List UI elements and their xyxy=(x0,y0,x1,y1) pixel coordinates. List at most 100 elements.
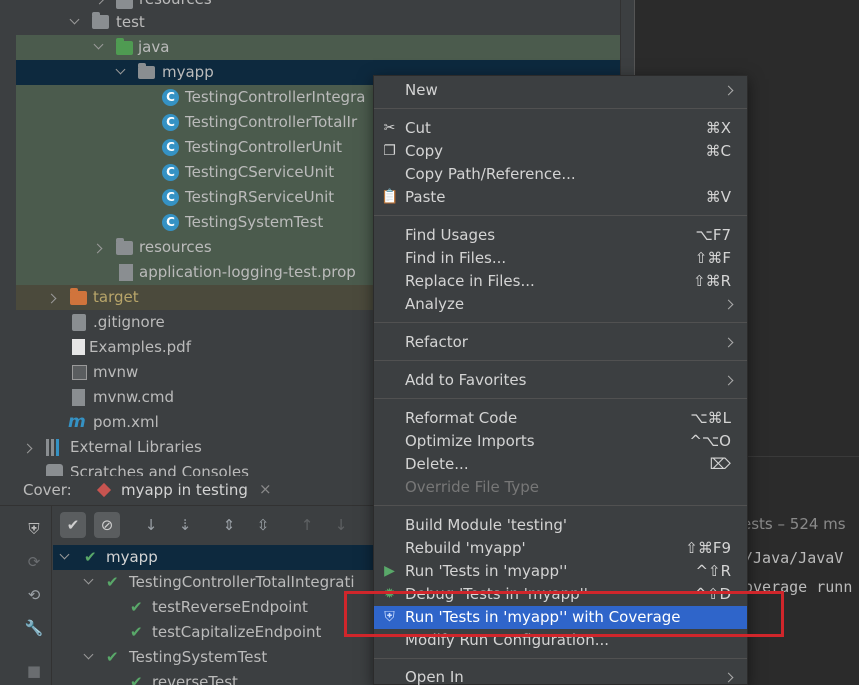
script-file-icon xyxy=(72,365,87,380)
menu-item-find-usages[interactable]: Find Usages ⌥F7 xyxy=(374,224,747,247)
previous-test-icon[interactable]: ↑ xyxy=(294,512,320,538)
chevron-right-icon[interactable] xyxy=(24,443,34,453)
menu-item-refactor[interactable]: Refactor xyxy=(374,331,747,354)
menu-separator xyxy=(374,360,747,361)
test-label: testReverseEndpoint xyxy=(152,598,308,616)
menu-item-replace-in-files[interactable]: Replace in Files... ⇧⌘R xyxy=(374,270,747,293)
collapse-all-icon[interactable]: ⇳ xyxy=(250,512,276,538)
tree-item-label: mvnw xyxy=(93,363,139,381)
tree-item-label: myapp xyxy=(162,63,214,81)
sort-by-duration-icon[interactable]: ⇣ xyxy=(172,512,198,538)
tree-item-java[interactable]: java xyxy=(16,35,620,60)
chevron-down-icon[interactable] xyxy=(70,16,80,26)
menu-item-label: Cut xyxy=(405,119,431,137)
menu-item-build-module[interactable]: Build Module 'testing' xyxy=(374,514,747,537)
shortcut-label: ⌥F7 xyxy=(695,226,731,244)
cover-side-toolbar: ⛨ ⟳ ⟲ 🔧 ■ xyxy=(16,506,52,685)
menu-item-find-in-files[interactable]: Find in Files... ⇧⌘F xyxy=(374,247,747,270)
gitignore-file-icon xyxy=(72,314,86,331)
menu-item-analyze[interactable]: Analyze xyxy=(374,293,747,316)
menu-item-copy[interactable]: ❐ Copy ⌘C xyxy=(374,140,747,163)
menu-item-label: Replace in Files... xyxy=(405,272,535,290)
tree-item-label: resources xyxy=(139,238,212,256)
class-icon: C xyxy=(162,214,179,231)
tree-item-label: pom.xml xyxy=(93,413,159,431)
menu-item-label: Copy xyxy=(405,142,444,160)
test-label: TestingSystemTest xyxy=(129,648,268,666)
scratches-icon xyxy=(46,464,63,476)
menu-item-label: Delete... xyxy=(405,455,469,473)
console-path-text: /Java/JavaV xyxy=(744,549,844,567)
class-icon: C xyxy=(162,164,179,181)
chevron-right-icon[interactable] xyxy=(94,243,104,253)
tree-item-label: mvnw.cmd xyxy=(93,388,175,406)
menu-item-add-favorites[interactable]: Add to Favorites xyxy=(374,369,747,392)
test-status-text: ests – 524 ms xyxy=(742,515,846,533)
test-row[interactable]: ✔ testReverseEndpoint xyxy=(56,595,376,620)
rerun-coverage-icon[interactable]: ⛨ xyxy=(21,516,47,542)
scissors-icon: ✂ xyxy=(383,120,396,136)
menu-item-label: Paste xyxy=(405,188,446,206)
shortcut-label: ⌥⌘L xyxy=(690,409,731,427)
menu-item-label: Add to Favorites xyxy=(405,371,527,389)
cover-tab-label[interactable]: myapp in testing xyxy=(121,481,248,499)
resources-folder-icon xyxy=(116,0,133,9)
chevron-down-icon[interactable] xyxy=(60,551,70,561)
coverage-run-icon xyxy=(96,482,112,498)
chevron-right-icon[interactable] xyxy=(96,0,106,4)
chevron-down-icon[interactable] xyxy=(84,651,94,661)
excluded-folder-icon xyxy=(70,288,87,305)
menu-item-delete[interactable]: Delete... ⌦ xyxy=(374,453,747,476)
sort-alphabetically-icon[interactable]: ↓ xyxy=(138,512,164,538)
settings-wrench-icon[interactable]: 🔧 xyxy=(21,615,47,641)
menu-separator xyxy=(374,322,747,323)
menu-item-cut[interactable]: ✂ Cut ⌘X xyxy=(374,117,747,140)
test-row[interactable]: ✔ TestingSystemTest xyxy=(56,645,376,670)
text-file-icon xyxy=(72,389,85,406)
tree-item-test[interactable]: test xyxy=(16,10,620,35)
test-row[interactable]: ✔ reverseTest xyxy=(56,670,376,685)
test-row[interactable]: ✔ myapp xyxy=(56,545,376,570)
menu-item-paste[interactable]: 📋 Paste ⌘V xyxy=(374,186,747,209)
menu-item-run-tests[interactable]: ▶ Run 'Tests in 'myapp'' ^⇧R xyxy=(374,560,747,583)
rerun-failed-icon[interactable]: ⟳ xyxy=(21,549,47,575)
chevron-right-icon[interactable] xyxy=(48,293,58,303)
passed-check-icon: ✔ xyxy=(130,623,143,641)
show-ignored-icon[interactable]: ⊘ xyxy=(94,512,120,538)
tree-item-label: TestingCServiceUnit xyxy=(185,163,335,181)
pdf-file-icon xyxy=(72,339,85,355)
menu-item-copy-path[interactable]: Copy Path/Reference... xyxy=(374,163,747,186)
toggle-auto-test-icon[interactable]: ⟲ xyxy=(21,582,47,608)
close-icon[interactable]: × xyxy=(259,480,272,498)
maven-file-icon: m xyxy=(68,412,86,432)
next-test-icon[interactable]: ↓ xyxy=(328,512,354,538)
tree-item-label: TestingRServiceUnit xyxy=(185,188,335,206)
shortcut-label: ⇧⌘R xyxy=(693,272,731,290)
class-icon: C xyxy=(162,189,179,206)
test-row[interactable]: ✔ testCapitalizeEndpoint xyxy=(56,620,376,645)
menu-item-optimize-imports[interactable]: Optimize Imports ^⌥O xyxy=(374,430,747,453)
menu-item-rebuild[interactable]: Rebuild 'myapp' ⇧⌘F9 xyxy=(374,537,747,560)
tree-item-label: TestingSystemTest xyxy=(185,213,324,231)
shortcut-label: ^⇧R xyxy=(695,562,731,580)
tree-item-label: .gitignore xyxy=(93,313,165,331)
test-row[interactable]: ✔ TestingControllerTotalIntegrati xyxy=(56,570,376,595)
cover-title: Cover: xyxy=(23,481,72,499)
stop-icon[interactable]: ■ xyxy=(21,658,47,684)
expand-all-icon[interactable]: ⇕ xyxy=(216,512,242,538)
show-passed-check-icon[interactable]: ✔ xyxy=(60,512,86,538)
passed-check-icon: ✔ xyxy=(106,573,119,591)
menu-item-new[interactable]: New xyxy=(374,79,747,102)
menu-item-reformat[interactable]: Reformat Code ⌥⌘L xyxy=(374,407,747,430)
highlight-box xyxy=(344,591,784,637)
chevron-down-icon[interactable] xyxy=(84,576,94,586)
chevron-down-icon[interactable] xyxy=(116,66,126,76)
menu-item-open-in[interactable]: Open In xyxy=(374,666,747,685)
tree-item-label: java xyxy=(138,38,170,56)
menu-item-override-file-type[interactable]: Override File Type xyxy=(374,476,747,499)
test-label: reverseTest xyxy=(152,673,238,685)
chevron-down-icon[interactable] xyxy=(94,41,104,51)
shortcut-label: ⌘X xyxy=(705,119,731,137)
passed-check-icon: ✔ xyxy=(130,673,143,685)
menu-item-label: Open In xyxy=(405,668,464,685)
